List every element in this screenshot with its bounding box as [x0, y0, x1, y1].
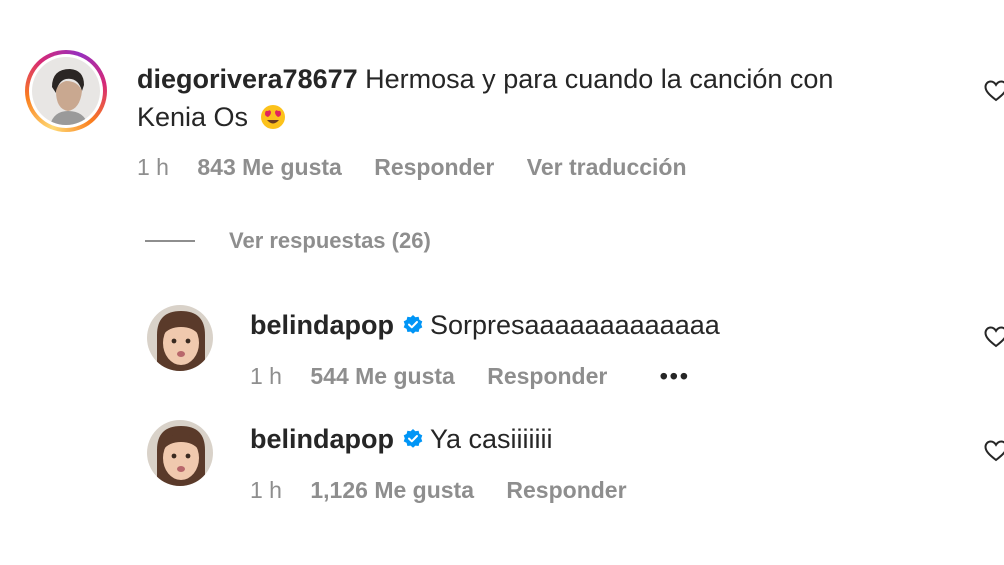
- reply-text: Ya casiiiiiii: [430, 424, 553, 454]
- avatar[interactable]: [32, 57, 100, 125]
- heart-eyes-emoji-icon: [260, 102, 286, 129]
- heart-outline-icon[interactable]: [984, 326, 1004, 348]
- avatar[interactable]: [147, 420, 213, 486]
- reply-timestamp: 1 h: [250, 363, 282, 389]
- reply-text-line: belindapop Sorpresaaaaaaaaaaaaa: [250, 306, 720, 344]
- like-count[interactable]: 843 Me gusta: [197, 154, 341, 180]
- reply-username[interactable]: belindapop: [250, 424, 394, 454]
- replies-divider-line: [145, 240, 195, 242]
- avatar-story-ring[interactable]: [25, 50, 107, 132]
- comment-text-line-2: Kenia Os: [137, 98, 286, 136]
- verified-badge-icon: [403, 429, 423, 448]
- reply-button[interactable]: Responder: [374, 154, 494, 180]
- reply-timestamp: 1 h: [250, 477, 282, 503]
- view-replies-button[interactable]: Ver respuestas (26): [145, 226, 431, 256]
- comment-meta: 1 h 843 Me gusta Responder Ver traducció…: [137, 152, 713, 182]
- reply-meta: 1 h 1,126 Me gusta Responder: [250, 475, 653, 505]
- reply-text-line: belindapop Ya casiiiiiii: [250, 420, 553, 458]
- comment-text-line: diegorivera78677 Hermosa y para cuando l…: [137, 60, 833, 98]
- reply-meta: 1 h 544 Me gusta Responder •••: [250, 361, 716, 391]
- avatar[interactable]: [147, 305, 213, 371]
- verified-badge-icon: [403, 315, 423, 334]
- view-replies-label: Ver respuestas (26): [229, 228, 431, 253]
- comment-timestamp: 1 h: [137, 154, 169, 180]
- comment-username[interactable]: diegorivera78677: [137, 64, 358, 94]
- comment-text-continued: Kenia Os: [137, 102, 249, 132]
- reply-button[interactable]: Responder: [487, 363, 607, 389]
- heart-outline-icon[interactable]: [984, 440, 1004, 462]
- like-count[interactable]: 1,126 Me gusta: [310, 477, 474, 503]
- more-options-icon[interactable]: •••: [660, 363, 690, 389]
- reply-text: Sorpresaaaaaaaaaaaaa: [430, 310, 720, 340]
- translate-button[interactable]: Ver traducción: [527, 154, 687, 180]
- comment-text: Hermosa y para cuando la canción con: [365, 64, 834, 94]
- reply-button[interactable]: Responder: [506, 477, 626, 503]
- reply-username[interactable]: belindapop: [250, 310, 394, 340]
- heart-outline-icon[interactable]: [984, 80, 1004, 102]
- like-count[interactable]: 544 Me gusta: [310, 363, 454, 389]
